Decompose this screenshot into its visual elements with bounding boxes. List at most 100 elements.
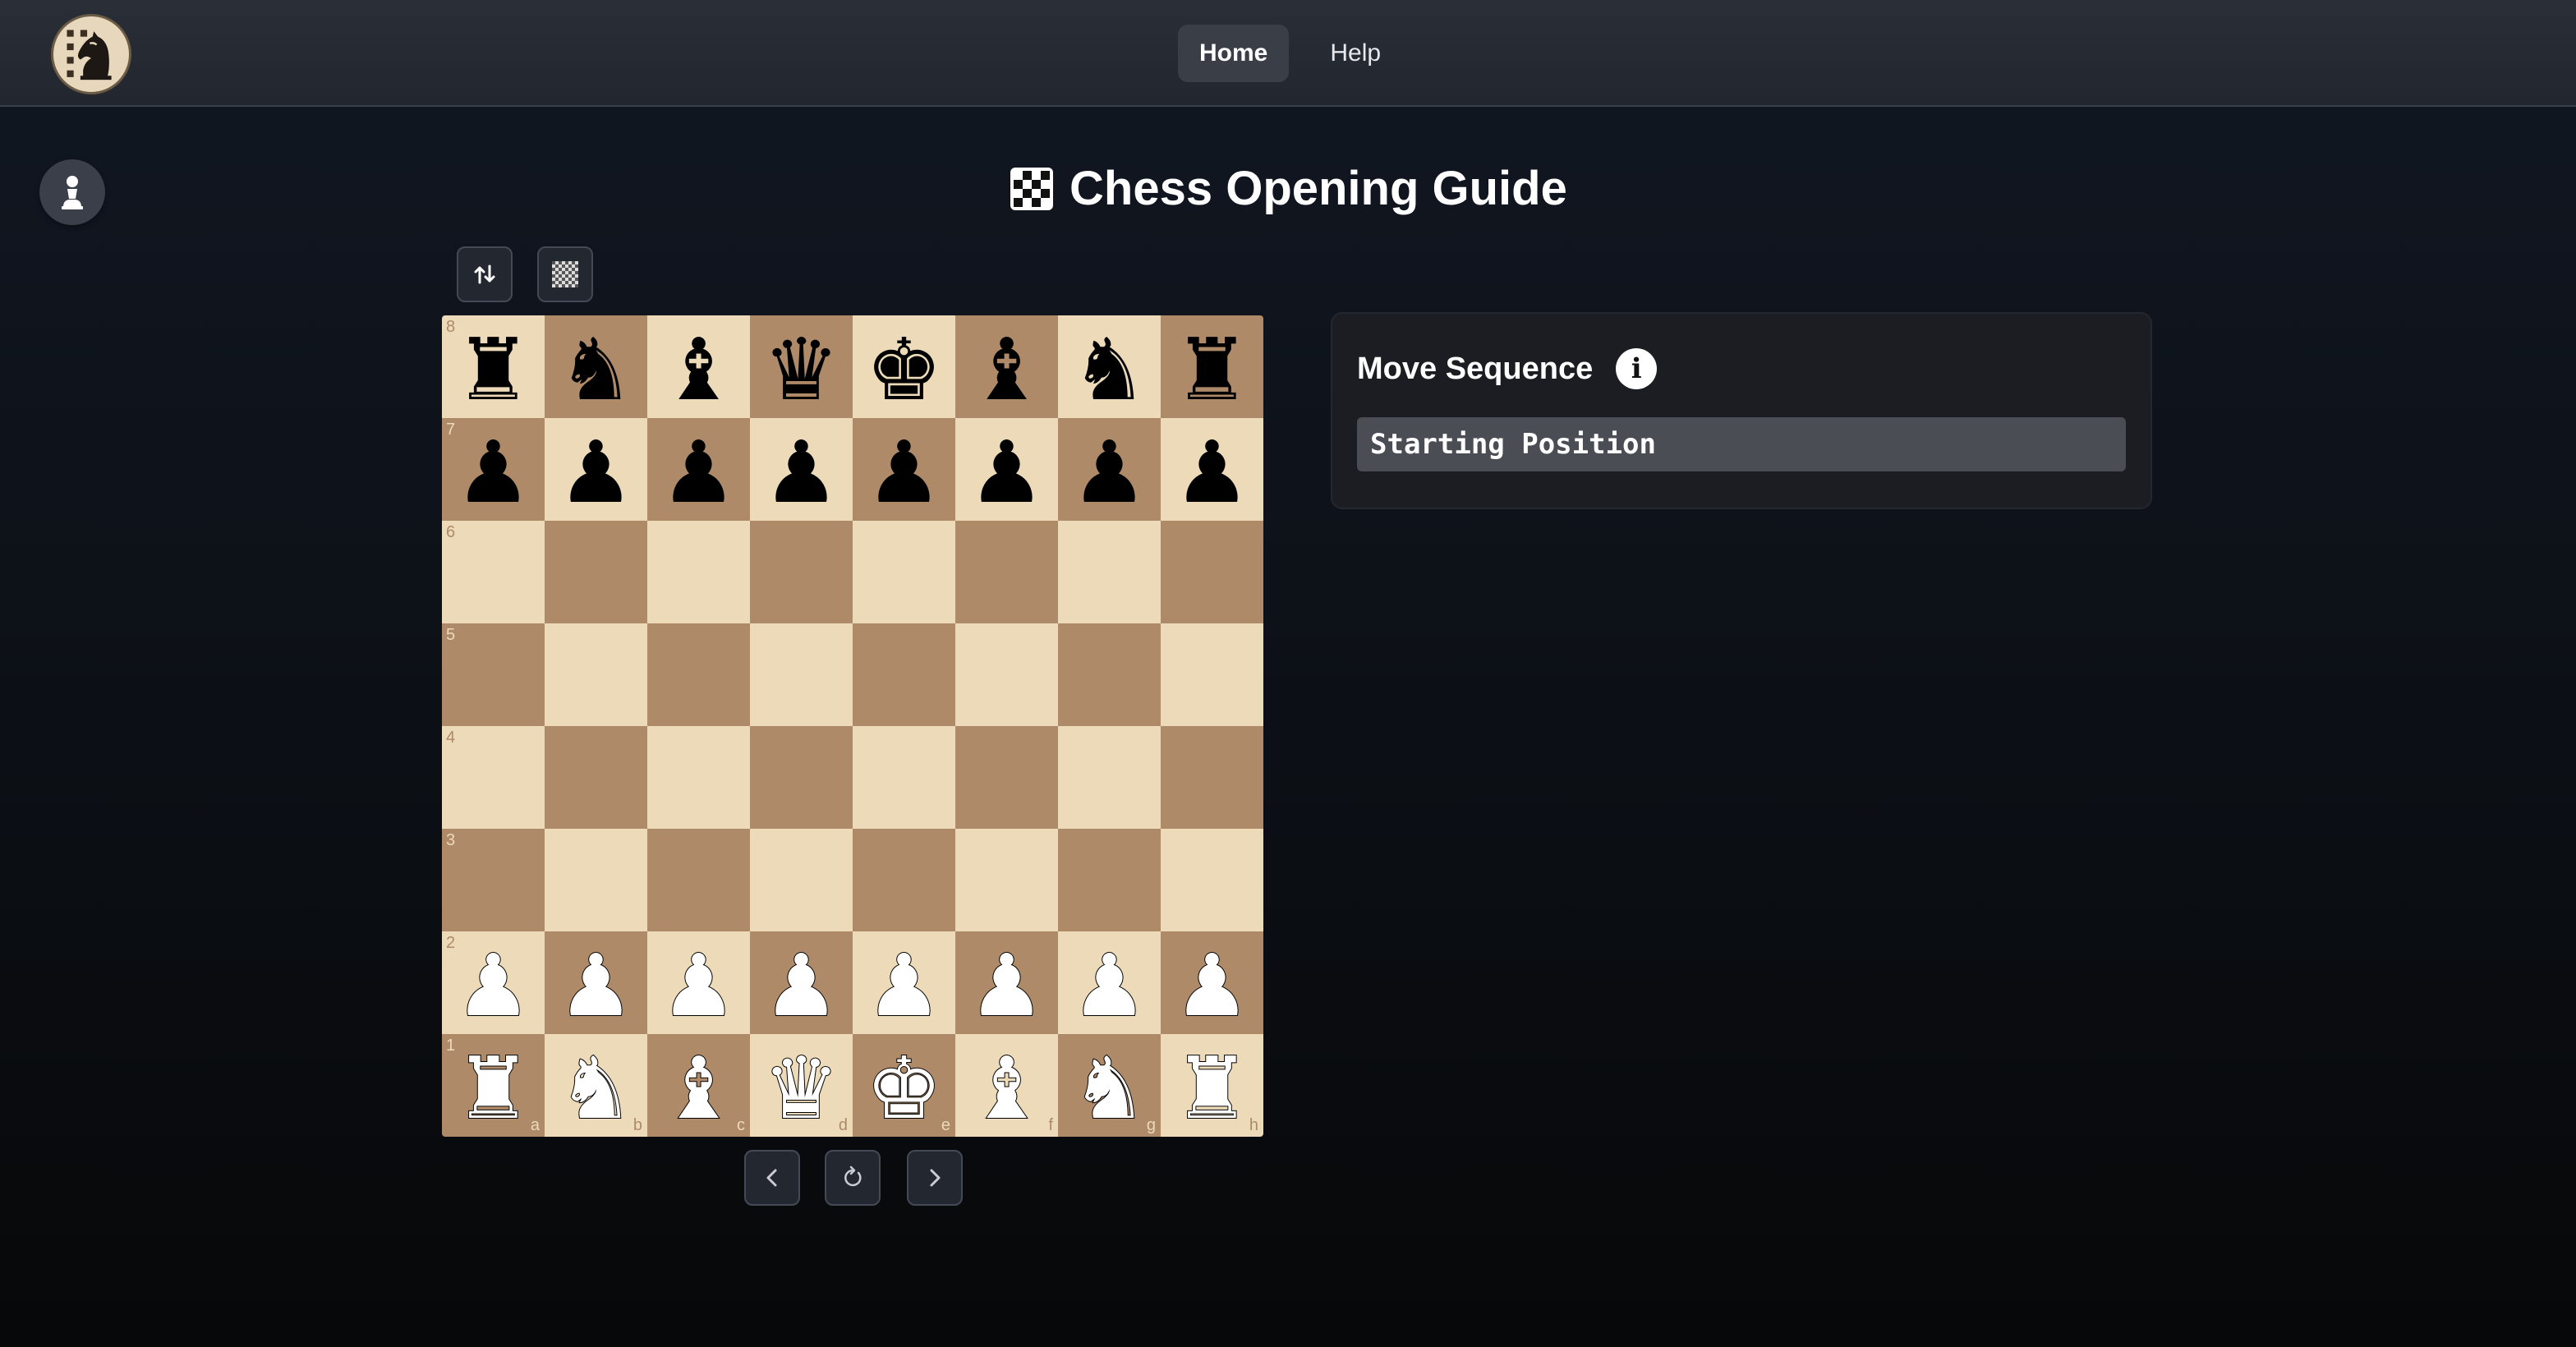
square-e1[interactable]: e ♚ (853, 1034, 955, 1137)
square-g4[interactable] (1058, 726, 1161, 829)
flip-board-button[interactable] (457, 246, 513, 302)
white-pawn-icon[interactable]: ♟ (557, 942, 635, 1029)
square-h5[interactable] (1161, 623, 1263, 726)
square-b2[interactable]: ♟ (545, 931, 647, 1034)
white-bishop-icon[interactable]: ♝ (660, 1045, 738, 1132)
square-f6[interactable] (955, 521, 1058, 623)
square-a7[interactable]: 7 ♟ (442, 418, 545, 521)
white-pawn-icon[interactable]: ♟ (762, 942, 840, 1029)
square-d3[interactable] (750, 829, 853, 931)
square-a4[interactable]: 4 (442, 726, 545, 829)
square-b6[interactable] (545, 521, 647, 623)
square-a3[interactable]: 3 (442, 829, 545, 931)
square-f3[interactable] (955, 829, 1058, 931)
square-c3[interactable] (647, 829, 750, 931)
square-f8[interactable]: ♝ (955, 315, 1058, 418)
black-rook-icon[interactable]: ♜ (1174, 327, 1250, 412)
pawn-menu-button[interactable] (39, 159, 105, 225)
white-pawn-icon[interactable]: ♟ (660, 942, 738, 1029)
square-c5[interactable] (647, 623, 750, 726)
square-h3[interactable] (1161, 829, 1263, 931)
reset-button[interactable] (825, 1150, 881, 1206)
square-g8[interactable]: ♞ (1058, 315, 1161, 418)
square-d6[interactable] (750, 521, 853, 623)
square-g5[interactable] (1058, 623, 1161, 726)
square-a2[interactable]: 2 ♟ (442, 931, 545, 1034)
square-c8[interactable]: ♝ (647, 315, 750, 418)
square-d4[interactable] (750, 726, 853, 829)
square-c6[interactable] (647, 521, 750, 623)
square-f1[interactable]: f ♝ (955, 1034, 1058, 1137)
square-a1[interactable]: 1 a ♜ (442, 1034, 545, 1137)
black-pawn-icon[interactable]: ♟ (660, 430, 737, 515)
previous-move-button[interactable] (744, 1150, 800, 1206)
square-f7[interactable]: ♟ (955, 418, 1058, 521)
white-pawn-icon[interactable]: ♟ (1173, 942, 1251, 1029)
white-knight-icon[interactable]: ♞ (557, 1045, 635, 1132)
square-a8[interactable]: 8 ♜ (442, 315, 545, 418)
chess-knight-logo[interactable] (51, 14, 131, 94)
white-pawn-icon[interactable]: ♟ (968, 942, 1046, 1029)
black-rook-icon[interactable]: ♜ (455, 327, 531, 412)
square-e2[interactable]: ♟ (853, 931, 955, 1034)
square-c1[interactable]: c ♝ (647, 1034, 750, 1137)
square-e3[interactable] (853, 829, 955, 931)
black-pawn-icon[interactable]: ♟ (968, 430, 1045, 515)
black-knight-icon[interactable]: ♞ (558, 327, 634, 412)
black-knight-icon[interactable]: ♞ (1071, 327, 1148, 412)
square-h1[interactable]: h ♜ (1161, 1034, 1263, 1137)
black-pawn-icon[interactable]: ♟ (558, 430, 634, 515)
white-pawn-icon[interactable]: ♟ (865, 942, 943, 1029)
square-b5[interactable] (545, 623, 647, 726)
white-pawn-icon[interactable]: ♟ (454, 942, 532, 1029)
square-c4[interactable] (647, 726, 750, 829)
info-icon[interactable]: i (1616, 348, 1658, 389)
black-pawn-icon[interactable]: ♟ (866, 430, 942, 515)
nav-home[interactable]: Home (1178, 25, 1290, 82)
black-pawn-icon[interactable]: ♟ (455, 430, 531, 515)
square-g6[interactable] (1058, 521, 1161, 623)
square-f4[interactable] (955, 726, 1058, 829)
black-king-icon[interactable]: ♚ (866, 327, 942, 412)
next-move-button[interactable] (907, 1150, 963, 1206)
white-rook-icon[interactable]: ♜ (1173, 1045, 1251, 1132)
square-b8[interactable]: ♞ (545, 315, 647, 418)
square-e5[interactable] (853, 623, 955, 726)
black-pawn-icon[interactable]: ♟ (763, 430, 840, 515)
square-c2[interactable]: ♟ (647, 931, 750, 1034)
square-h4[interactable] (1161, 726, 1263, 829)
chessboard[interactable]: 8 ♜ ♞ ♝ ♛ ♚ ♝ ♞ ♜ 7 ♟ ♟ ♟ ♟ ♟ ♟ ♟ ♟ 6 5 4 3 2 ♟ ♟ ♟ ♟ ♟ ♟ ♟ ♟ 1 a ♜ b ♞ c ♝ d ♛… (442, 315, 1263, 1137)
board-theme-button[interactable] (537, 246, 593, 302)
nav-help[interactable]: Help (1309, 25, 1402, 82)
square-e4[interactable] (853, 726, 955, 829)
square-b4[interactable] (545, 726, 647, 829)
square-d8[interactable]: ♛ (750, 315, 853, 418)
square-e8[interactable]: ♚ (853, 315, 955, 418)
white-knight-icon[interactable]: ♞ (1070, 1045, 1148, 1132)
white-king-icon[interactable]: ♚ (865, 1045, 943, 1132)
square-a5[interactable]: 5 (442, 623, 545, 726)
white-pawn-icon[interactable]: ♟ (1070, 942, 1148, 1029)
white-queen-icon[interactable]: ♛ (762, 1045, 840, 1132)
white-rook-icon[interactable]: ♜ (454, 1045, 532, 1132)
square-h6[interactable] (1161, 521, 1263, 623)
square-h8[interactable]: ♜ (1161, 315, 1263, 418)
square-c7[interactable]: ♟ (647, 418, 750, 521)
square-g1[interactable]: g ♞ (1058, 1034, 1161, 1137)
square-b7[interactable]: ♟ (545, 418, 647, 521)
black-pawn-icon[interactable]: ♟ (1174, 430, 1250, 515)
square-e6[interactable] (853, 521, 955, 623)
square-g3[interactable] (1058, 829, 1161, 931)
square-f5[interactable] (955, 623, 1058, 726)
black-pawn-icon[interactable]: ♟ (1071, 430, 1148, 515)
square-a6[interactable]: 6 (442, 521, 545, 623)
square-h7[interactable]: ♟ (1161, 418, 1263, 521)
square-g2[interactable]: ♟ (1058, 931, 1161, 1034)
square-h2[interactable]: ♟ (1161, 931, 1263, 1034)
square-f2[interactable]: ♟ (955, 931, 1058, 1034)
black-queen-icon[interactable]: ♛ (763, 327, 840, 412)
square-b3[interactable] (545, 829, 647, 931)
black-bishop-icon[interactable]: ♝ (660, 327, 737, 412)
black-bishop-icon[interactable]: ♝ (968, 327, 1045, 412)
square-e7[interactable]: ♟ (853, 418, 955, 521)
